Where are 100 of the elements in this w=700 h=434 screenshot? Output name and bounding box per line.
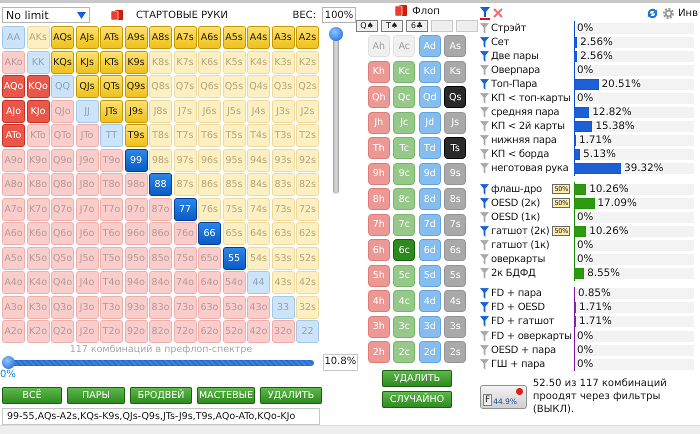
hand-cell[interactable]: T9o — [100, 148, 123, 172]
hand-cell[interactable]: 72o — [174, 320, 196, 343]
hand-cell[interactable]: 53o — [222, 296, 246, 318]
hand-cell[interactable]: 93o — [124, 296, 148, 318]
filter-icon[interactable] — [480, 50, 489, 62]
hand-cell[interactable]: T6s — [198, 124, 221, 147]
hand-cell[interactable]: 65o — [198, 246, 221, 270]
range-button[interactable]: ПАРЫ — [67, 387, 125, 404]
hand-cell[interactable]: 66 — [198, 222, 221, 245]
hand-cell[interactable]: T4s — [247, 124, 270, 147]
hand-cell[interactable]: Q2s — [296, 75, 319, 98]
hand-cell[interactable]: T8s — [149, 124, 172, 147]
card-cell[interactable]: Qc — [393, 86, 416, 108]
card-cell[interactable]: 5c — [393, 264, 416, 286]
hand-cell[interactable]: 77 — [174, 198, 196, 220]
board-card-slot[interactable]: T♠ — [381, 20, 403, 32]
hand-cell[interactable]: J2s — [296, 100, 319, 122]
hand-cell[interactable]: Q5s — [222, 75, 246, 98]
hand-cell[interactable]: 65s — [222, 222, 246, 245]
refresh-icon[interactable] — [646, 6, 660, 20]
hand-cell[interactable]: Q6o — [51, 222, 74, 245]
hand-cell[interactable]: 55 — [222, 246, 246, 270]
hand-cell[interactable]: J3o — [76, 296, 98, 318]
card-cell[interactable]: Jh — [368, 112, 390, 134]
hand-cell[interactable]: T8o — [100, 173, 123, 196]
hand-cell[interactable]: J6s — [198, 100, 221, 122]
filter-icon[interactable] — [480, 254, 489, 266]
hand-cell[interactable]: KJo — [26, 100, 50, 122]
hand-cell[interactable]: 98s — [149, 148, 172, 172]
hand-cell[interactable]: AQs — [51, 26, 74, 49]
hand-cell[interactable]: 64o — [198, 271, 221, 294]
card-cell[interactable]: Ts — [444, 137, 466, 159]
filter-icon[interactable] — [480, 64, 489, 76]
card-cell[interactable]: 2d — [418, 341, 441, 363]
card-cell[interactable]: 8d — [418, 188, 441, 210]
card-button[interactable]: СЛУЧАЙНО — [382, 391, 452, 408]
hand-cell[interactable]: QJo — [51, 100, 74, 122]
hand-cell[interactable]: J9o — [76, 148, 98, 172]
card-cell[interactable]: 7h — [368, 214, 390, 236]
card-cell[interactable]: Kc — [393, 60, 416, 82]
hand-cell[interactable]: T7s — [174, 124, 196, 147]
hand-cell[interactable]: K3s — [272, 50, 294, 74]
card-cell[interactable]: 4d — [418, 290, 441, 312]
card-cell[interactable]: 3s — [444, 316, 466, 338]
hand-cell[interactable]: T9s — [124, 124, 148, 147]
card-cell[interactable]: 6h — [368, 239, 390, 261]
filter-icon[interactable] — [480, 358, 489, 370]
hand-cell[interactable]: A2s — [296, 26, 319, 49]
filter-icon[interactable] — [480, 121, 489, 132]
hand-cell[interactable]: J4o — [76, 271, 98, 294]
card-cell[interactable]: Th — [368, 137, 390, 159]
hand-cell[interactable]: K5s — [222, 50, 246, 74]
hand-cell[interactable]: 96o — [124, 222, 148, 245]
hand-cell[interactable]: 73o — [174, 296, 196, 318]
hand-cell[interactable]: 54o — [222, 271, 246, 294]
game-dropdown[interactable]: No limit — [2, 7, 90, 23]
card-cell[interactable]: 5h — [368, 264, 390, 286]
hand-cell[interactable]: Q4s — [247, 75, 270, 98]
hand-cell[interactable]: Q7o — [51, 198, 74, 220]
hand-cell[interactable]: T2s — [296, 124, 319, 147]
card-cell[interactable]: 8s — [444, 188, 466, 210]
hand-cell[interactable]: 85s — [222, 173, 246, 196]
settings-icon[interactable] — [662, 6, 676, 20]
hand-cell[interactable]: JTs — [100, 100, 123, 122]
hand-cell[interactable]: 86o — [149, 222, 172, 245]
hand-cell[interactable]: Q5o — [51, 246, 74, 270]
hand-cell[interactable]: A9s — [124, 26, 148, 49]
range-button[interactable]: ВСЁ — [2, 387, 62, 404]
card-cell[interactable]: 6d — [418, 239, 441, 261]
hand-cell[interactable]: J7o — [76, 198, 98, 220]
hand-cell[interactable]: 72s — [296, 198, 319, 220]
hand-cell[interactable]: A7s — [174, 26, 196, 49]
hand-cell[interactable]: K4o — [26, 271, 50, 294]
range-text-field[interactable]: 99-55,AQs-A2s,KQs-K9s,QJs-Q9s,JTs-J9s,T9s,AQo-ATo,KQo-KJo — [2, 408, 320, 425]
filter-icon[interactable] — [480, 212, 489, 223]
card-cell[interactable]: As — [444, 35, 466, 57]
hand-cell[interactable]: QJs — [76, 75, 98, 98]
card-cell[interactable]: Qs — [444, 86, 466, 108]
card-cell[interactable]: 9d — [418, 162, 441, 184]
hand-cell[interactable]: T7o — [100, 198, 123, 220]
hand-cell[interactable]: Q3s — [272, 75, 294, 98]
hand-cell[interactable]: K8s — [149, 50, 172, 74]
hand-cell[interactable]: QQ — [51, 75, 74, 98]
hand-cell[interactable]: 98o — [124, 173, 148, 196]
hand-cell[interactable]: J5o — [76, 246, 98, 270]
hand-cell[interactable]: 96s — [198, 148, 221, 172]
filter-icon[interactable] — [480, 184, 489, 195]
close-icon[interactable] — [493, 8, 503, 18]
card-cell[interactable]: Ks — [444, 60, 466, 82]
hand-cell[interactable]: 83s — [272, 173, 294, 196]
filter-icon[interactable] — [480, 78, 489, 90]
filter-icon[interactable] — [480, 36, 489, 48]
hand-cell[interactable]: 86s — [198, 173, 221, 196]
filter-icon[interactable] — [480, 135, 489, 146]
hand-cell[interactable]: T6o — [100, 222, 123, 245]
filter-icon[interactable] — [480, 240, 489, 251]
hand-cell[interactable]: QTs — [100, 75, 123, 98]
hand-cell[interactable]: A8s — [149, 26, 172, 49]
hand-cell[interactable]: A3s — [272, 26, 294, 49]
hand-cell[interactable]: 44 — [247, 271, 270, 294]
